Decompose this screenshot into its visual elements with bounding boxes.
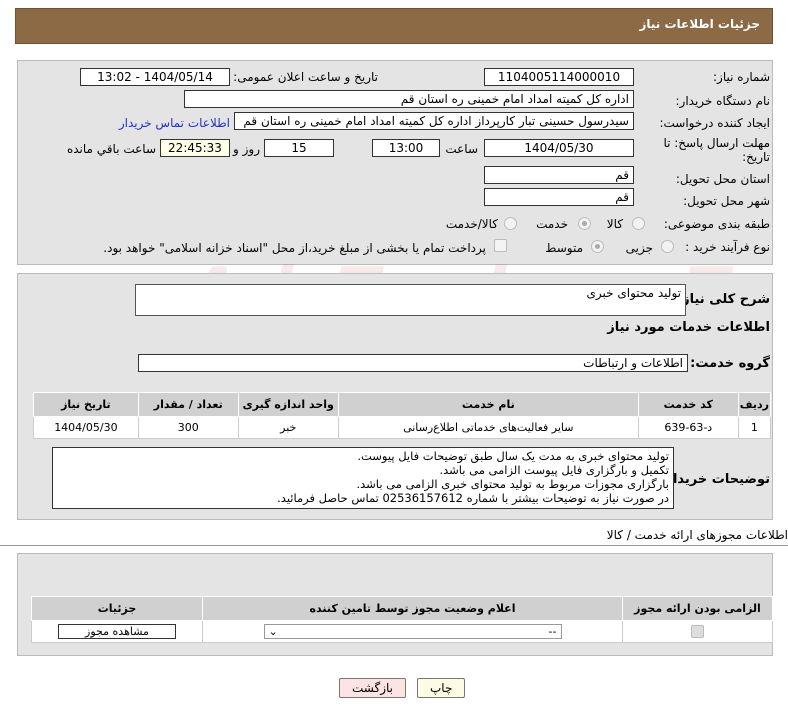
buyer-notes-label: توضیحات خریدار: — [660, 472, 770, 487]
time-label: ساعت — [445, 142, 478, 156]
summary-label: شرح کلی نیاز: — [676, 292, 770, 307]
buyer-contact-link[interactable]: اطلاعات تماس خریدار — [119, 116, 230, 130]
notes-line: بارگزاری مجوزات مربوط به تولید محتوای خب… — [356, 477, 669, 491]
col-header-status: اعلام وضعیت مجوز توسط تامین کننده — [202, 596, 623, 621]
category-both-label: کالا/خدمت — [445, 217, 498, 231]
cell-qty: 300 — [137, 416, 239, 439]
permits-table: الزامی بودن ارائه مجوز اعلام وضعیت مجوز … — [31, 596, 773, 643]
col-header-code: کد خدمت — [637, 392, 739, 417]
need-number-label: شماره نیاز: — [713, 70, 770, 84]
cell-row: 1 — [737, 416, 772, 439]
cell-name: سایر فعالیت‌های خدماتی اطلاع‌رسانی — [337, 416, 639, 439]
col-header-qty: تعداد / مقدار — [137, 392, 239, 417]
page-title: جزئیات اطلاعات نیاز — [639, 17, 760, 31]
services-title: اطلاعات خدمات مورد نیاز — [607, 320, 770, 335]
announce-field[interactable]: 1404/05/14 - 13:02 — [80, 68, 230, 86]
divider — [0, 545, 788, 546]
deadline-label: مهلت ارسال پاسخ: تا تاریخ: — [663, 136, 770, 164]
page-header: جزئیات اطلاعات نیاز — [15, 8, 773, 44]
remaining-time-field: 22:45:33 — [160, 139, 230, 157]
announce-label: تاریخ و ساعت اعلان عمومی: — [233, 70, 378, 84]
col-header-mandatory: الزامی بودن ارائه مجوز — [622, 596, 773, 621]
col-header-name: نام خدمت — [337, 392, 639, 417]
view-permit-button[interactable]: مشاهده مجوز — [58, 624, 176, 639]
category-goods-label: کالا — [606, 217, 623, 231]
mandatory-checkbox — [691, 625, 704, 639]
table-row: 1 د-63-639 سایر فعالیت‌های خدماتی اطلاع‌… — [33, 416, 772, 439]
service-group-field[interactable]: اطلاعات و ارتباطات — [138, 354, 688, 372]
days-label: روز و — [233, 142, 260, 156]
creator-label: ایجاد کننده درخواست: — [659, 116, 770, 130]
remaining-label: ساعت باقي مانده — [66, 142, 156, 156]
need-number-field[interactable]: 1104005114000010 — [484, 68, 634, 86]
cell-code: د-63-639 — [637, 416, 739, 439]
category-radio-both[interactable] — [504, 217, 517, 230]
back-button[interactable]: بازگشت — [339, 678, 406, 698]
permits-title: اطلاعات مجوزهای ارائه خدمت / کالا — [606, 528, 788, 542]
buyer-field[interactable]: اداره کل کمیته امداد امام خمینی ره استان… — [184, 90, 634, 108]
days-field[interactable]: 15 — [264, 139, 334, 157]
col-header-unit: واحد اندازه گیری — [237, 392, 339, 417]
city-label: شهر محل تحویل: — [683, 194, 770, 208]
notes-line: در صورت نیاز به توضیحات بیشتر با شماره 0… — [277, 491, 669, 505]
treasury-payment-text: پرداخت تمام یا بخشی از مبلغ خرید،از محل … — [103, 241, 486, 255]
col-header-details: جزئیات — [31, 596, 203, 621]
buyer-notes-textarea[interactable]: تولید محتوای خبری به مدت یک سال طبق توضی… — [52, 447, 674, 509]
table-row: -- ⌄ مشاهده مجوز — [31, 620, 773, 643]
category-radio-service[interactable] — [578, 217, 591, 230]
category-label: طبقه بندی موضوعی: — [663, 217, 770, 231]
process-radio-minor[interactable] — [661, 240, 674, 253]
deadline-time-field[interactable]: 13:00 — [372, 139, 440, 157]
creator-field[interactable]: سیدرسول حسینی تبار کارپرداز اداره کل کمی… — [234, 112, 634, 130]
services-table: ردیف کد خدمت نام خدمت واحد اندازه گیری ت… — [33, 392, 772, 439]
city-field[interactable]: قم — [484, 188, 634, 206]
category-service-label: خدمت — [536, 217, 568, 231]
print-button[interactable]: چاپ — [417, 678, 466, 698]
notes-line: تکمیل و بارگزاری فایل پیوست الزامی می با… — [439, 463, 669, 477]
process-radio-medium[interactable] — [591, 240, 604, 253]
process-label: نوع فرآیند خرید : — [685, 240, 770, 254]
service-group-label: گروه خدمت: — [690, 356, 770, 371]
treasury-payment-checkbox[interactable] — [494, 239, 507, 252]
process-medium-label: متوسط — [545, 241, 583, 255]
col-header-row: ردیف — [737, 392, 772, 417]
buyer-label: نام دستگاه خریدار: — [675, 94, 771, 108]
category-radio-goods[interactable] — [632, 217, 645, 230]
select-value: -- — [548, 625, 557, 638]
cell-date: 1404/05/30 — [33, 416, 139, 439]
col-header-date: تاریخ نیاز — [33, 392, 139, 417]
notes-line: تولید محتوای خبری به مدت یک سال طبق توضی… — [357, 449, 669, 463]
permit-status-select[interactable]: -- ⌄ — [263, 624, 562, 639]
cell-unit: خبر — [237, 416, 339, 439]
process-minor-label: جزیی — [625, 241, 653, 255]
province-field[interactable]: قم — [484, 166, 634, 184]
province-label: استان محل تحویل: — [675, 172, 770, 186]
chevron-down-icon: ⌄ — [268, 625, 278, 638]
deadline-date-field[interactable]: 1404/05/30 — [484, 139, 634, 157]
summary-textarea[interactable]: تولید محتوای خبری — [135, 284, 686, 316]
